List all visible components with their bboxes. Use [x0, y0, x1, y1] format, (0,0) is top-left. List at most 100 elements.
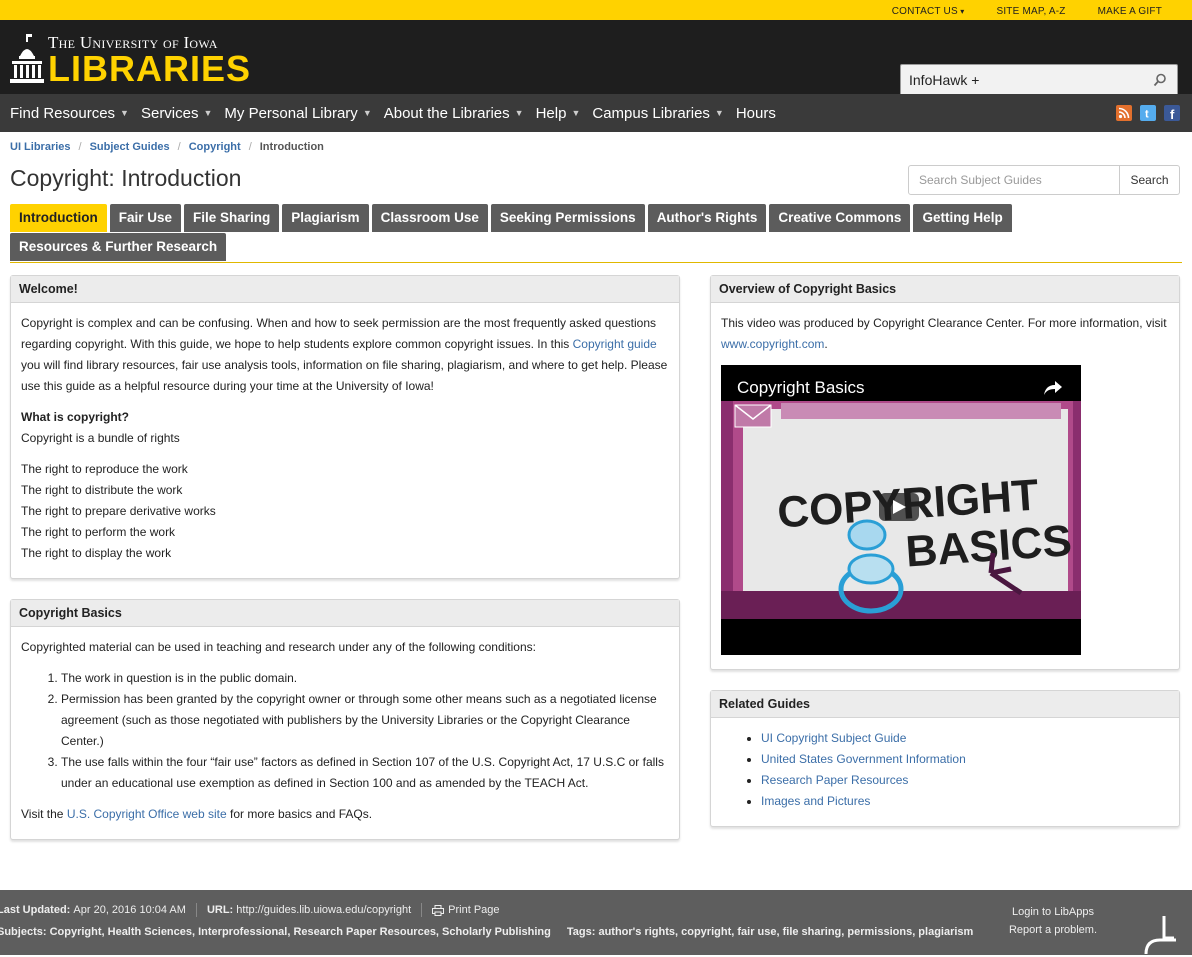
- related-guide-link[interactable]: Images and Pictures: [761, 794, 870, 808]
- welcome-box-title: Welcome!: [11, 276, 679, 303]
- tab-introduction[interactable]: Introduction: [10, 204, 107, 232]
- site-header: The University of Iowa LIBRARIES InfoHaw…: [0, 20, 1192, 96]
- tags-value[interactable]: author's rights, copyright, fair use, fi…: [598, 926, 973, 938]
- make-a-gift-link[interactable]: MAKE A GIFT: [1082, 6, 1178, 17]
- list-item: The right to perform the work: [21, 525, 176, 539]
- breadcrumb-ui-libraries[interactable]: UI Libraries: [10, 141, 71, 153]
- url-label: URL:: [206, 904, 234, 916]
- tab-creative-commons[interactable]: Creative Commons: [769, 204, 911, 232]
- related-guides-box: Related Guides UI Copyright Subject Guid…: [710, 690, 1180, 827]
- rss-icon[interactable]: [1116, 105, 1132, 121]
- list-item: The use falls within the four “fair use”…: [61, 752, 669, 794]
- visit-copyright-office: Visit the U.S. Copyright Office web site…: [21, 807, 373, 821]
- last-updated-label: Last Updated:: [0, 904, 71, 916]
- utility-bar: CONTACT US SITE MAP, A-Z MAKE A GIFT: [0, 0, 1192, 20]
- breadcrumb-copyright[interactable]: Copyright: [189, 141, 241, 153]
- tags-label: Tags:: [566, 926, 596, 938]
- list-item: The right to distribute the work: [21, 483, 183, 497]
- copyright-basics-box: Copyright Basics Copyrighted material ca…: [10, 599, 680, 840]
- list-item: The right to prepare derivative works: [21, 504, 216, 518]
- welcome-intro: Copyright is complex and can be confusin…: [21, 316, 668, 393]
- welcome-box: Welcome! Copyright is complex and can be…: [10, 275, 680, 579]
- chevron-down-icon: ▼: [571, 108, 581, 118]
- overview-box-title: Overview of Copyright Basics: [711, 276, 1179, 303]
- capitol-building-icon: [10, 34, 44, 84]
- related-guides-title: Related Guides: [711, 691, 1179, 718]
- chevron-down-icon: ▼: [203, 108, 213, 118]
- subject-guides-search: Search Subject Guides Search: [908, 165, 1180, 195]
- twitter-icon[interactable]: t: [1140, 105, 1156, 121]
- chevron-down-icon: ▼: [514, 108, 524, 118]
- share-icon[interactable]: [1043, 379, 1063, 404]
- svg-text:f: f: [1170, 107, 1175, 121]
- guide-tabs: Introduction Fair Use File Sharing Plagi…: [10, 204, 1182, 263]
- rights-list: The right to reproduce the work The righ…: [21, 459, 669, 564]
- breadcrumb: UI Libraries / Subject Guides / Copyright / In…: [10, 141, 324, 153]
- copyright-office-link[interactable]: U.S. Copyright Office web site: [67, 807, 227, 821]
- tab-resources-further-research[interactable]: Resources & Further Research: [10, 233, 227, 261]
- tab-authors-rights[interactable]: Author's Rights: [647, 204, 767, 232]
- related-guides-list: UI Copyright Subject Guide United States…: [761, 728, 1169, 812]
- subject-guides-search-input[interactable]: Search Subject Guides: [908, 165, 1120, 195]
- print-page-link[interactable]: Print Page: [432, 904, 500, 916]
- search-icon[interactable]: [1153, 73, 1167, 90]
- nav-my-personal-library[interactable]: My Personal Library ▼: [224, 105, 371, 122]
- related-guide-link[interactable]: UI Copyright Subject Guide: [761, 731, 906, 745]
- what-is-copyright-heading: What is copyright?: [21, 410, 129, 424]
- nav-about-the-libraries[interactable]: About the Libraries ▼: [384, 105, 524, 122]
- report-problem-link[interactable]: Report a problem.: [1009, 921, 1097, 939]
- svg-text:t: t: [1145, 109, 1149, 121]
- list-item: The right to reproduce the work: [21, 462, 188, 476]
- copyright-basics-title: Copyright Basics: [11, 600, 679, 627]
- breadcrumb-subject-guides[interactable]: Subject Guides: [90, 141, 170, 153]
- login-libapps-link[interactable]: Login to LibApps: [1009, 903, 1097, 921]
- page-footer: Last Updated: Apr 20, 2016 10:04 AM URL:…: [0, 890, 1192, 955]
- libraries-logo[interactable]: The University of Iowa LIBRARIES: [10, 34, 252, 89]
- copyright-com-link[interactable]: www.copyright.com: [721, 337, 824, 351]
- facebook-icon[interactable]: f: [1164, 105, 1180, 122]
- tab-seeking-permissions[interactable]: Seeking Permissions: [490, 204, 645, 232]
- springshare-icon: [1142, 914, 1178, 957]
- nav-hours[interactable]: Hours: [736, 105, 776, 122]
- tab-getting-help[interactable]: Getting Help: [913, 204, 1012, 232]
- chevron-down-icon: ▼: [714, 108, 724, 118]
- tab-plagiarism[interactable]: Plagiarism: [282, 204, 369, 232]
- logo-libraries-text: LIBRARIES: [48, 48, 252, 89]
- chevron-down-icon: ▼: [362, 108, 372, 118]
- video-player[interactable]: COPYRIGHT BASICS Copyright Basics: [721, 365, 1081, 655]
- infohawk-search-input[interactable]: InfoHawk +: [900, 64, 1178, 96]
- list-item: The right to display the work: [21, 546, 172, 560]
- tab-file-sharing[interactable]: File Sharing: [184, 204, 280, 232]
- basics-intro: Copyrighted material can be used in teac…: [21, 640, 536, 654]
- nav-campus-libraries[interactable]: Campus Libraries ▼: [592, 105, 723, 122]
- video-title: Copyright Basics: [737, 378, 865, 397]
- url-value: http://guides.lib.uiowa.edu/copyright: [236, 904, 412, 916]
- copyright-guide-link[interactable]: Copyright guide: [573, 337, 657, 351]
- chevron-down-icon: ▼: [120, 108, 129, 118]
- related-guide-link[interactable]: United States Government Information: [761, 752, 966, 766]
- overview-video-box: Overview of Copyright Basics This video …: [710, 275, 1180, 670]
- nav-help[interactable]: Help ▼: [536, 105, 581, 122]
- main-nav: Find Resources ▼ Services ▼ My Personal Li…: [0, 94, 1192, 132]
- tab-classroom-use[interactable]: Classroom Use: [371, 204, 488, 232]
- page-title: Copyright: Introduction: [10, 165, 242, 191]
- conditions-list: The work in question is in the public do…: [61, 668, 669, 794]
- infohawk-label: InfoHawk +: [909, 72, 980, 88]
- tab-fair-use[interactable]: Fair Use: [109, 204, 182, 232]
- subjects-value[interactable]: Copyright, Health Sciences, Interprofess…: [50, 926, 551, 938]
- overview-description: This video was produced by Copyright Cle…: [721, 316, 1167, 351]
- related-guide-link[interactable]: Research Paper Resources: [761, 773, 908, 787]
- copyright-definition: Copyright is a bundle of rights: [21, 431, 180, 445]
- print-icon: [432, 904, 445, 916]
- list-item: The work in question is in the public do…: [61, 668, 669, 689]
- subjects-label: Subjects:: [0, 926, 47, 938]
- site-map-link[interactable]: SITE MAP, A-Z: [980, 6, 1081, 17]
- subject-guides-search-button[interactable]: Search: [1120, 165, 1180, 195]
- last-updated-value: Apr 20, 2016 10:04 AM: [73, 904, 186, 916]
- breadcrumb-current: Introduction: [259, 141, 324, 153]
- video-thumbnail: COPYRIGHT BASICS: [721, 401, 1081, 619]
- contact-us-link[interactable]: CONTACT US: [876, 6, 981, 17]
- list-item: Permission has been granted by the copyr…: [61, 689, 669, 752]
- nav-services[interactable]: Services ▼: [141, 105, 212, 122]
- nav-find-resources[interactable]: Find Resources ▼: [10, 105, 129, 122]
